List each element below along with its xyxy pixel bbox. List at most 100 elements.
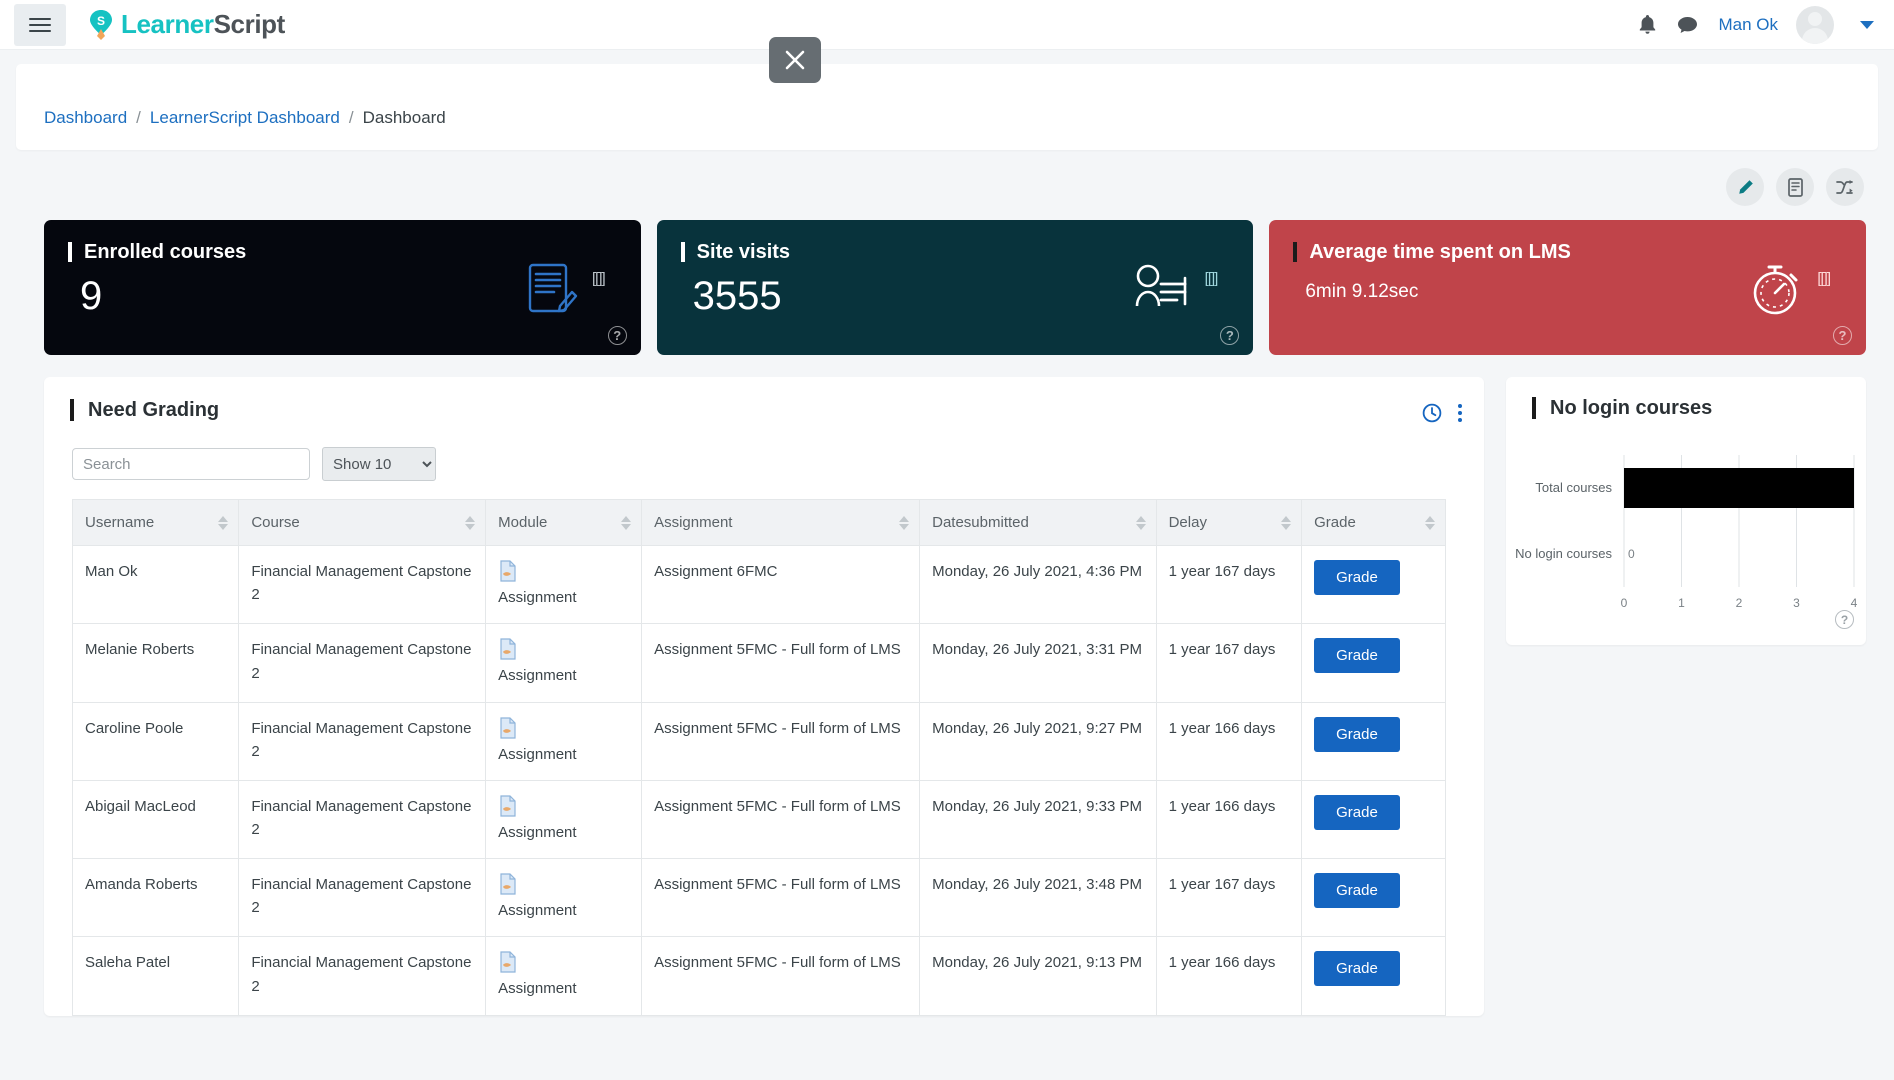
cell-grade: Grade [1301,544,1446,625]
cell-module-label: Assignment [498,823,577,841]
stat-card-enrolled-courses[interactable]: Enrolled courses 9 [[]] ? [44,220,641,355]
cell-datesubmitted: Monday, 26 July 2021, 9:13 PM [919,936,1157,1016]
avatar[interactable] [1796,5,1834,44]
cell-grade: Grade [1301,701,1446,781]
breadcrumb-item-learnerscript-dashboard[interactable]: LearnerScript Dashboard [150,108,340,128]
cell-module-label: Assignment [498,667,577,685]
shuffle-icon[interactable] [1826,168,1864,206]
learnerscript-logo-icon: S [88,9,114,41]
chart-xtick: 3 [1793,596,1800,610]
stat-card-badge: [[]] [592,270,606,287]
hamburger-icon[interactable] [14,3,66,46]
grade-button[interactable]: Grade [1314,638,1400,674]
bell-icon[interactable] [1638,14,1657,35]
cell-module: Assignment [485,857,643,938]
cell-datesubmitted: Monday, 26 July 2021, 9:33 PM [919,779,1157,860]
chart-xtick: 0 [1621,596,1628,610]
need-grading-panel: Need Grading Show 10 Show 25 Show 50 Sho… [44,377,1484,1016]
breadcrumb-separator: / [136,108,141,127]
navbar-right-cluster: Man Ok [1638,5,1880,44]
column-label: Assignment [654,514,733,531]
stat-card-average-time[interactable]: Average time spent on LMS 6min 9.12sec [… [1269,220,1867,355]
table-row: Amanda Roberts Financial Management Capst… [71,857,1446,938]
help-icon[interactable]: ? [1835,610,1854,629]
chart-bar[interactable] [1624,468,1854,508]
cell-course: Financial Management Capstone 2 [238,857,487,938]
column-header-username[interactable]: Username [71,499,240,546]
chart-value-label: 0 [1628,547,1635,561]
cell-module: Assignment [485,779,643,860]
grade-button[interactable]: Grade [1314,716,1400,752]
column-label: Module [498,514,548,531]
table-row: Melanie Roberts Financial Management Caps… [71,623,1446,703]
column-label: Username [85,514,155,531]
column-label: Grade [1314,514,1356,531]
sort-icon[interactable] [899,515,910,530]
report-icon[interactable] [1776,168,1814,206]
hamburger-bar [29,29,51,32]
need-grading-actions [1422,403,1462,423]
grade-button[interactable]: Grade [1314,560,1400,595]
stat-card-title: Average time spent on LMS [1293,242,1844,262]
column-header-module[interactable]: Module [485,499,643,546]
column-header-datesubmitted[interactable]: Datesubmitted [919,499,1157,546]
cell-module-label: Assignment [498,745,577,763]
clock-icon[interactable] [1422,403,1442,423]
column-header-assignment[interactable]: Assignment [641,499,921,546]
column-header-course[interactable]: Course [238,499,487,546]
no-login-courses-title: No login courses [1532,397,1866,419]
grade-button[interactable]: Grade [1314,873,1400,908]
cell-datesubmitted: Monday, 26 July 2021, 3:48 PM [919,857,1157,938]
kebab-menu-icon[interactable] [1458,404,1462,422]
hamburger-bar [29,23,51,26]
cell-grade: Grade [1301,857,1446,938]
pencil-icon[interactable] [1726,168,1764,206]
breadcrumb-item-dashboard[interactable]: Dashboard [44,108,127,128]
grade-button[interactable]: Grade [1314,794,1400,830]
assignment-file-icon [498,873,629,895]
sort-icon[interactable] [1135,515,1146,530]
cell-module-label: Assignment [498,589,577,606]
chevron-down-icon[interactable] [1860,20,1874,29]
sort-icon[interactable] [1425,515,1435,530]
page-title: Need Grading [70,399,1484,421]
close-icon [784,49,806,71]
sort-icon[interactable] [1281,515,1292,530]
cell-assignment: Assignment 5FMC - Full form of LMS [641,701,921,781]
close-overlay-button[interactable] [769,37,821,83]
table-header-row: Username Course Module Assignment Datesu… [71,499,1446,546]
stat-card-badge: [[]] [1817,270,1831,287]
stat-card-title: Enrolled courses [68,242,619,262]
search-input[interactable] [72,448,310,480]
cell-assignment: Assignment 5FMC - Full form of LMS [641,857,921,938]
sort-icon[interactable] [465,515,476,530]
cell-course: Financial Management Capstone 2 [238,623,487,703]
cell-assignment: Assignment 5FMC - Full form of LMS [641,623,921,703]
cell-assignment: Assignment 5FMC - Full form of LMS [641,779,921,860]
chat-icon[interactable] [1677,15,1698,34]
cell-delay: 1 year 167 days [1155,544,1303,625]
cell-username: Man Ok [71,544,240,625]
grade-button[interactable]: Grade [1314,951,1400,987]
cell-course: Financial Management Capstone 2 [238,544,487,625]
help-icon[interactable]: ? [607,326,627,345]
help-icon[interactable]: ? [1220,326,1240,345]
sort-icon[interactable] [218,515,229,530]
cell-module: Assignment [485,936,643,1016]
cell-course: Financial Management Capstone 2 [238,701,487,781]
sort-icon[interactable] [621,515,632,530]
stopwatch-icon [1748,262,1804,322]
brand-text-secondary: Script [213,9,286,39]
table-row: Abigail MacLeod Financial Management Caps… [71,779,1446,860]
stat-card-site-visits[interactable]: Site visits 3555 [[]] ? [656,220,1254,355]
column-header-grade[interactable]: Grade [1301,499,1446,546]
brand-logo[interactable]: S LearnerScript [88,9,285,41]
cell-course: Financial Management Capstone 2 [238,779,487,860]
brand-text-primary: Learner [121,9,214,39]
cell-module: Assignment [485,623,643,703]
show-entries-select[interactable]: Show 10 Show 25 Show 50 Show 100 [322,447,436,481]
user-name-label[interactable]: Man Ok [1718,15,1778,35]
help-icon[interactable]: ? [1833,326,1853,345]
column-header-delay[interactable]: Delay [1155,499,1303,546]
no-login-courses-panel: No login courses 0 1 2 3 4 Total courses No lo… [1506,377,1866,645]
